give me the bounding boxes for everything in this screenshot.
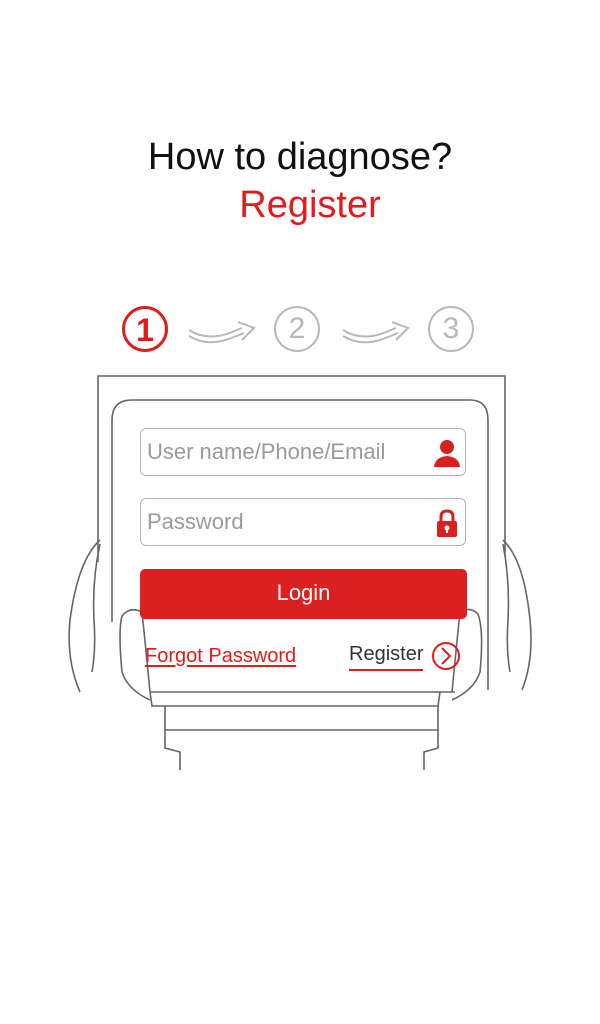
register-link[interactable]: Register xyxy=(349,643,424,671)
login-button[interactable]: Login xyxy=(140,569,467,619)
step-3-indicator: 3 xyxy=(428,306,474,352)
page-title: How to diagnose? xyxy=(147,136,453,178)
forgot-password-link[interactable]: Forgot Password xyxy=(145,645,296,668)
step-1-indicator: 1 xyxy=(122,306,168,352)
username-field[interactable] xyxy=(140,428,466,476)
chevron-right-circle-icon[interactable] xyxy=(431,641,461,671)
step-2-indicator: 2 xyxy=(274,306,320,352)
user-icon xyxy=(434,440,460,467)
curved-arrow-icon xyxy=(188,321,256,344)
password-input[interactable] xyxy=(147,499,427,545)
page-subtitle: Register xyxy=(239,184,381,226)
curved-arrow-icon xyxy=(342,321,410,344)
username-input[interactable] xyxy=(147,429,427,475)
lock-icon xyxy=(437,509,457,537)
password-field[interactable] xyxy=(140,498,466,546)
